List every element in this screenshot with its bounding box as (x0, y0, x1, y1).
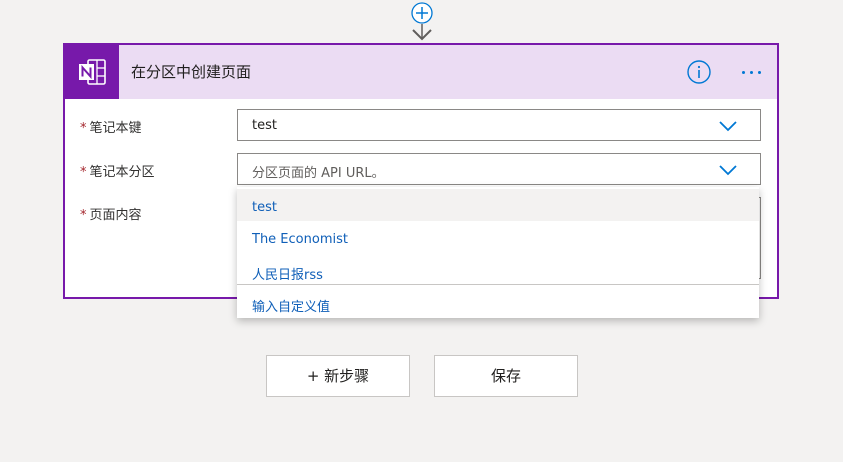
notebook-section-placeholder: 分区页面的 API URL。 (252, 166, 385, 181)
required-mark: * (80, 121, 87, 136)
dropdown-option[interactable]: test (237, 189, 759, 221)
required-mark: * (80, 208, 87, 223)
save-button[interactable]: 保存 (434, 355, 578, 397)
enter-custom-value-option[interactable]: 输入自定义值 (237, 285, 759, 317)
notebook-section-select[interactable]: 分区页面的 API URL。 (237, 153, 761, 185)
card-header[interactable]: 在分区中创建页面 (65, 45, 777, 99)
notebook-key-label: * 笔记本键 (80, 117, 142, 136)
more-options-icon[interactable] (738, 60, 766, 84)
new-step-button[interactable]: + 新步骤 (266, 355, 410, 397)
notebook-key-value: test (252, 118, 277, 133)
notebook-key-label-text: 笔记本键 (89, 121, 142, 136)
required-mark: * (80, 165, 87, 180)
notebook-section-label-text: 笔记本分区 (89, 165, 155, 180)
dropdown-option[interactable]: The Economist (237, 221, 759, 253)
notebook-key-select[interactable]: test (237, 109, 761, 141)
dropdown-option[interactable]: 人民日报rss (237, 253, 759, 285)
step-connector (411, 2, 433, 41)
chevron-down-icon[interactable] (718, 120, 738, 132)
card-title: 在分区中创建页面 (131, 63, 252, 81)
onenote-icon (65, 45, 119, 99)
page-content-label-text: 页面内容 (89, 208, 142, 223)
notebook-section-label: * 笔记本分区 (80, 161, 155, 180)
section-dropdown-list: test The Economist 人民日报rss 输入自定义值 (237, 187, 759, 318)
page-content-label: * 页面内容 (80, 204, 142, 223)
chevron-down-icon[interactable] (718, 164, 738, 176)
insert-step-plus-icon[interactable] (411, 2, 433, 24)
info-icon[interactable] (687, 60, 711, 84)
